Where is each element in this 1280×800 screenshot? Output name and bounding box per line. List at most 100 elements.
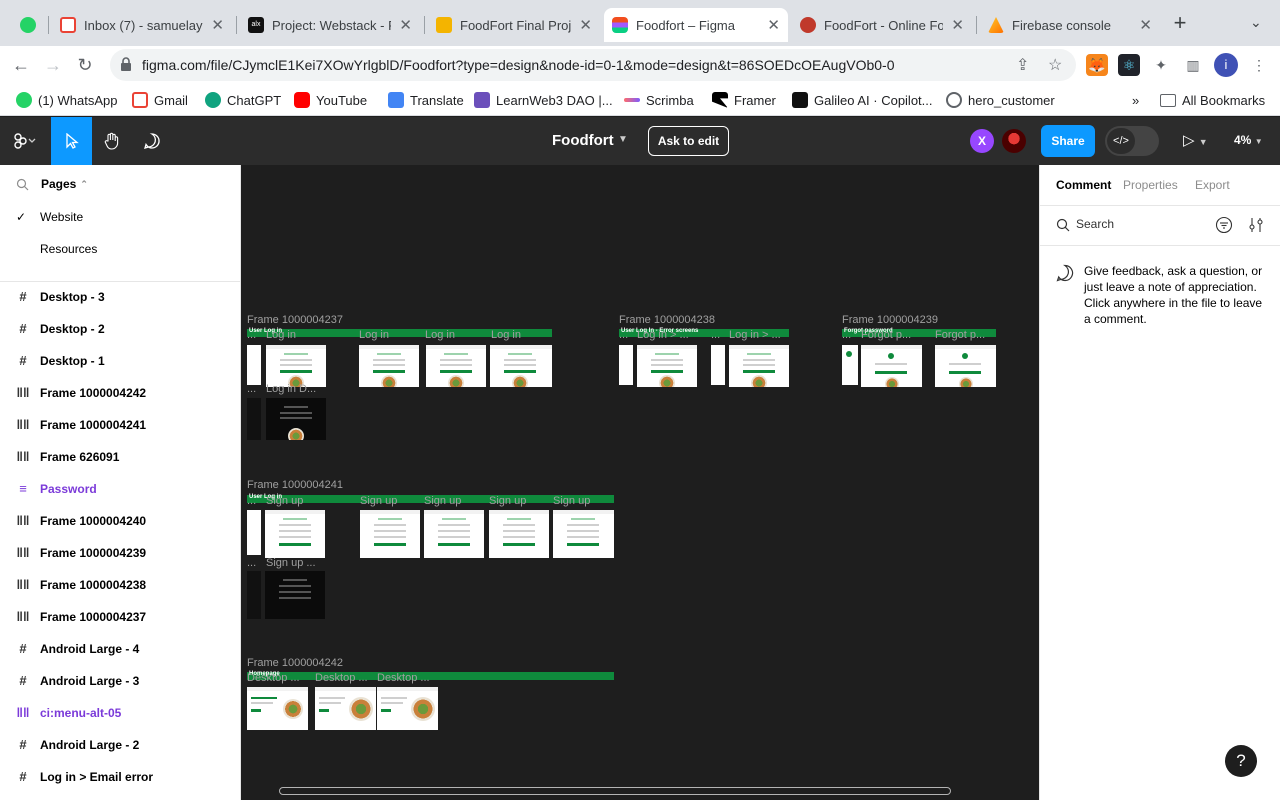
tab-figma[interactable]: Foodfort – Figma ✕ [604, 8, 788, 42]
dev-mode-toggle[interactable]: </> [1105, 126, 1159, 156]
tab-foodfort[interactable]: FoodFort - Online Fo ✕ [792, 8, 972, 42]
mobile-frame-thumbnail[interactable] [247, 345, 261, 385]
share-button[interactable]: Share [1041, 125, 1095, 157]
mobile-frame-thumbnail[interactable] [842, 345, 858, 385]
bookmark-scrimba[interactable]: Scrimba [624, 92, 694, 108]
layer-item[interactable]: ‖‖ Frame 626091 [0, 441, 240, 473]
forgot-password-frame-thumbnail[interactable] [935, 345, 996, 387]
profile-avatar[interactable]: i [1214, 53, 1238, 77]
layer-item[interactable]: ‖‖ ci:menu-alt-05 [0, 697, 240, 729]
layer-item[interactable]: ‖‖ Frame 1000004241 [0, 409, 240, 441]
layer-item[interactable]: ‖‖ Frame 1000004239 [0, 537, 240, 569]
frame-label[interactable]: Frame 1000004241 [247, 479, 343, 491]
present-button[interactable]: ▷ ▼ [1183, 131, 1208, 149]
frame-label[interactable]: Frame 1000004242 [247, 657, 343, 669]
tab-comment[interactable]: Comment [1056, 178, 1111, 192]
reload-button[interactable]: ↻ [72, 52, 98, 78]
signup-dark-frame-thumbnail[interactable] [265, 571, 325, 619]
forgot-password-frame-thumbnail[interactable] [861, 345, 922, 387]
login-frame-thumbnail[interactable] [426, 345, 486, 387]
frame-label[interactable]: Frame 1000004239 [842, 314, 938, 326]
desktop-frame-thumbnail[interactable] [247, 687, 308, 730]
login-dark-frame-thumbnail[interactable] [266, 398, 326, 440]
mobile-frame-thumbnail[interactable] [711, 345, 725, 385]
bookmark-gmail[interactable]: Gmail [132, 92, 188, 108]
chevron-up-icon[interactable]: ⌃ [80, 179, 88, 190]
tab-gmail[interactable]: Inbox (7) - samuelayo ✕ [52, 8, 232, 42]
search-icon[interactable] [16, 178, 29, 191]
desktop-frame-thumbnail[interactable] [377, 687, 438, 730]
signup-frame-thumbnail[interactable] [489, 510, 549, 558]
metamask-icon[interactable]: 🦊 [1086, 54, 1108, 76]
frame-label[interactable]: Frame 1000004238 [619, 314, 715, 326]
design-canvas[interactable]: Frame 1000004237 User Log in ... Log in … [241, 165, 1039, 800]
close-icon[interactable]: ✕ [579, 16, 592, 34]
signup-frame-thumbnail[interactable] [265, 510, 325, 558]
address-bar[interactable]: figma.com/file/CJymclE1Kei7XOwYrlgblD/Fo… [110, 49, 1076, 81]
tab-alx[interactable]: alx Project: Webstack - F ✕ [240, 8, 420, 42]
close-icon[interactable]: ✕ [951, 16, 964, 34]
close-icon[interactable]: ✕ [767, 16, 780, 34]
bookmark-galileo[interactable]: Galileo AI · Copilot... [792, 92, 933, 108]
login-frame-thumbnail[interactable] [490, 345, 552, 387]
mobile-dark-frame-thumbnail[interactable] [247, 398, 261, 440]
layer-item[interactable]: # Desktop - 3 [0, 281, 240, 313]
login-frame-thumbnail[interactable] [359, 345, 419, 387]
chevron-down-icon[interactable]: ▼ [618, 134, 628, 145]
layer-item[interactable]: ‖‖ Frame 1000004240 [0, 505, 240, 537]
main-menu-button[interactable] [0, 117, 50, 165]
settings-sliders-icon[interactable] [1247, 216, 1265, 234]
hand-tool-button[interactable] [92, 117, 132, 165]
react-devtools-icon[interactable]: ⚛ [1118, 54, 1140, 76]
mobile-frame-thumbnail[interactable] [247, 510, 261, 555]
chrome-menu-icon[interactable]: ⋮ [1248, 54, 1270, 76]
collaborator-avatar[interactable]: X [970, 129, 994, 153]
horizontal-scrollbar[interactable] [279, 787, 951, 795]
tab-slides[interactable]: FoodFort Final Projec ✕ [428, 8, 600, 42]
comment-tool-button[interactable] [132, 117, 172, 165]
layer-item[interactable]: # Android Large - 4 [0, 633, 240, 665]
layer-item[interactable]: # Log in > Email error [0, 761, 240, 793]
share-page-icon[interactable]: ⇪ [1016, 55, 1029, 75]
login-frame-thumbnail[interactable] [266, 345, 326, 387]
page-item-website[interactable]: ✓ Website [0, 201, 240, 233]
desktop-frame-thumbnail[interactable] [315, 687, 376, 730]
close-icon[interactable]: ✕ [1139, 16, 1152, 34]
layer-item[interactable]: ‖‖ Frame 1000004238 [0, 569, 240, 601]
zoom-level[interactable]: 4% ▼ [1234, 133, 1263, 147]
close-icon[interactable]: ✕ [399, 16, 412, 34]
layer-item[interactable]: ‖‖ Frame 1000004237 [0, 601, 240, 633]
bookmark-chatgpt[interactable]: ChatGPT [205, 92, 281, 108]
login-error-frame-thumbnail[interactable] [637, 345, 697, 387]
forward-button[interactable]: → [40, 52, 66, 78]
bookmark-framer[interactable]: Framer [712, 92, 776, 108]
bookmark-learnweb3[interactable]: LearnWeb3 DAO |... [474, 92, 613, 108]
bookmark-whatsapp[interactable]: (1) WhatsApp [16, 92, 117, 108]
close-icon[interactable]: ✕ [211, 16, 224, 34]
tab-search-chevron-icon[interactable]: ⌄ [1250, 14, 1262, 31]
mobile-dark-frame-thumbnail[interactable] [247, 571, 261, 619]
tab-whatsapp[interactable] [12, 8, 46, 42]
page-item-resources[interactable]: Resources [0, 233, 240, 265]
pages-header[interactable]: Pages ⌃ [16, 177, 88, 191]
signup-frame-thumbnail[interactable] [553, 510, 614, 558]
comment-search-input[interactable]: Search [1076, 217, 1114, 231]
user-avatar[interactable] [1002, 129, 1026, 153]
signup-frame-thumbnail[interactable] [424, 510, 484, 558]
layer-item[interactable]: ≡ Password [0, 473, 240, 505]
layer-item[interactable]: # Desktop - 1 [0, 345, 240, 377]
layer-item[interactable]: # Android Large - 2 [0, 729, 240, 761]
signup-frame-thumbnail[interactable] [360, 510, 420, 558]
filter-icon[interactable] [1215, 216, 1233, 234]
layer-item[interactable]: ‖‖ Frame 1000004242 [0, 377, 240, 409]
tab-export[interactable]: Export [1195, 178, 1230, 192]
layer-item[interactable]: # Desktop - 2 [0, 313, 240, 345]
login-error-frame-thumbnail[interactable] [729, 345, 789, 387]
back-button[interactable]: ← [8, 52, 34, 78]
file-name[interactable]: Foodfort [552, 132, 614, 149]
layer-item[interactable]: # Android Large - 3 [0, 665, 240, 697]
extensions-icon[interactable]: ✦ [1150, 54, 1172, 76]
bookmark-hero-customer[interactable]: hero_customer [946, 92, 1055, 108]
tab-properties[interactable]: Properties [1123, 178, 1178, 192]
side-panel-icon[interactable]: ▥ [1182, 54, 1204, 76]
